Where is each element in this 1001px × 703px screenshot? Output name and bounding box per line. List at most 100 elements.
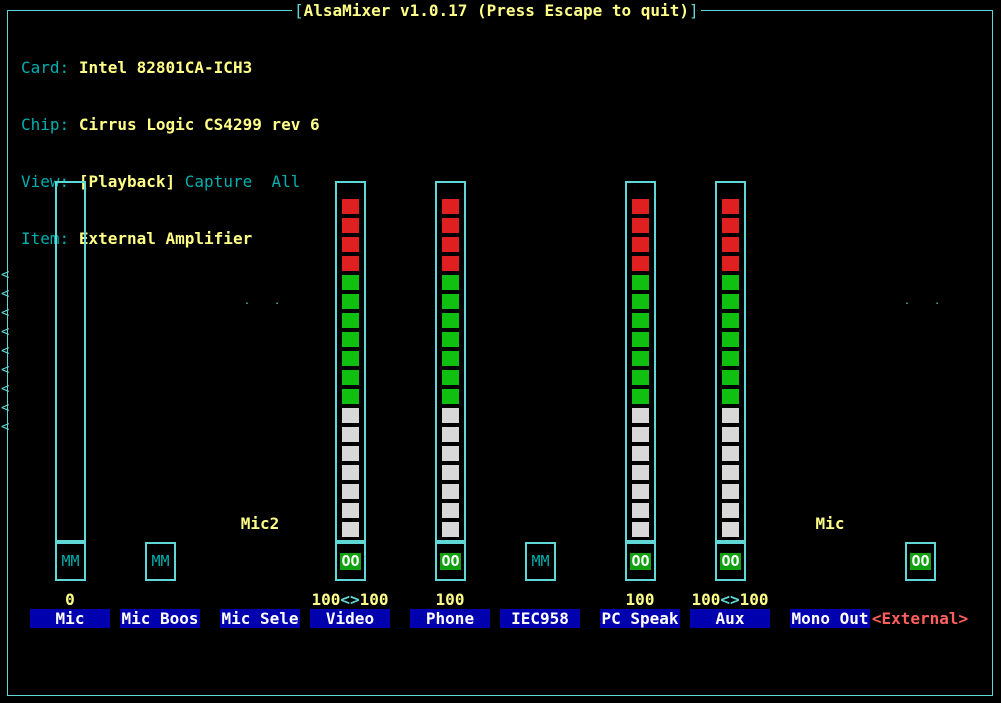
volume-gauge[interactable] <box>55 181 86 542</box>
scroll-left-arrow-icon: < <box>1 305 10 321</box>
level-cell-red <box>721 217 740 234</box>
level-cell-green <box>441 312 460 329</box>
volume-gauge[interactable] <box>715 181 746 542</box>
mute-switch[interactable]: OO <box>335 542 366 581</box>
dotted-separator: . . <box>244 296 281 307</box>
control-name[interactable]: PC Speak <box>600 609 680 628</box>
mute-switch[interactable]: OO <box>905 542 936 581</box>
level-cell-green <box>631 274 650 291</box>
level-cell-white <box>721 426 740 443</box>
control-name-selected[interactable]: <External> <box>870 609 970 628</box>
volume-value: 100 <box>435 590 465 609</box>
item-value: External Amplifier <box>78 229 253 248</box>
volume-value: 0 <box>65 590 75 609</box>
volume-gauge[interactable] <box>335 181 366 542</box>
level-cell-red <box>631 236 650 253</box>
level-cell-green <box>631 350 650 367</box>
level-cell-green <box>341 388 360 405</box>
level-cell-green <box>341 350 360 367</box>
level-cell-green <box>631 369 650 386</box>
level-cell-red <box>341 217 360 234</box>
scroll-left-arrow-icon: < <box>1 419 10 435</box>
level-cell-green <box>441 293 460 310</box>
scroll-left-arrow-icon: < <box>1 400 10 416</box>
level-cell-white <box>441 483 460 500</box>
level-cell-green <box>721 331 740 348</box>
level-cell-green <box>441 388 460 405</box>
level-cell-white <box>441 502 460 519</box>
scroll-left-arrow-icon: < <box>1 343 10 359</box>
level-cell-green <box>631 331 650 348</box>
level-cell-white <box>721 483 740 500</box>
control-name[interactable]: Aux <box>690 609 770 628</box>
scroll-left-arrow-icon: < <box>1 381 10 397</box>
level-cell-red <box>341 198 360 215</box>
level-cell-green <box>341 331 360 348</box>
level-cell-red <box>441 255 460 272</box>
level-cell-green <box>631 293 650 310</box>
scroll-left-arrow-icon: < <box>1 286 10 302</box>
level-cell-green <box>721 369 740 386</box>
control-name[interactable]: Phone <box>410 609 490 628</box>
scroll-left-arrow-icon: < <box>1 267 10 283</box>
level-cell-green <box>441 350 460 367</box>
level-cell-green <box>721 350 740 367</box>
dotted-separator: . . <box>904 296 941 307</box>
mute-switch[interactable]: OO <box>625 542 656 581</box>
level-cell-white <box>721 521 740 538</box>
level-cell-white <box>341 426 360 443</box>
level-cell-white <box>441 521 460 538</box>
mute-switch[interactable]: OO <box>435 542 466 581</box>
level-cell-green <box>721 388 740 405</box>
scroll-left-arrow-icon: < <box>1 324 10 340</box>
control-name[interactable]: Mono Out <box>790 609 870 628</box>
level-cell-white <box>341 407 360 424</box>
level-cell-white <box>631 483 650 500</box>
level-cell-red <box>441 217 460 234</box>
scroll-left-arrow-icon: < <box>1 362 10 378</box>
volume-gauge[interactable] <box>625 181 656 542</box>
view-capture[interactable]: Capture <box>185 172 252 191</box>
level-cell-white <box>721 407 740 424</box>
mute-switch[interactable]: OO <box>715 542 746 581</box>
level-cell-red <box>341 255 360 272</box>
level-cell-white <box>341 521 360 538</box>
level-cell-green <box>721 293 740 310</box>
level-cell-red <box>631 255 650 272</box>
volume-gauge[interactable] <box>435 181 466 542</box>
card-row: Card: Intel 82801CA-ICH3 <box>21 58 253 77</box>
level-cell-white <box>631 464 650 481</box>
mute-switch[interactable]: MM <box>145 542 176 581</box>
view-playback[interactable]: [Playback] <box>79 172 175 191</box>
level-cell-white <box>721 445 740 462</box>
level-cell-white <box>341 502 360 519</box>
view-all[interactable]: All <box>271 172 300 191</box>
level-cell-white <box>441 445 460 462</box>
card-value: Intel 82801CA-ICH3 <box>78 58 253 77</box>
level-cell-white <box>721 464 740 481</box>
mute-switch[interactable]: MM <box>525 542 556 581</box>
control-name[interactable]: Video <box>310 609 390 628</box>
level-cell-green <box>631 312 650 329</box>
level-cell-red <box>721 198 740 215</box>
level-cell-white <box>631 407 650 424</box>
scroll-left-indicator[interactable]: < < < < < < < < < <box>1 266 9 437</box>
window-title: [AlsaMixer v1.0.17 (Press Escape to quit… <box>292 1 701 20</box>
level-cell-green <box>441 369 460 386</box>
mute-switch[interactable]: MM <box>55 542 86 581</box>
control-name[interactable]: IEC958 <box>500 609 580 628</box>
level-cell-green <box>341 293 360 310</box>
control-name[interactable]: Mic Boos <box>120 609 200 628</box>
level-cell-white <box>721 502 740 519</box>
control-name[interactable]: Mic Sele <box>220 609 300 628</box>
level-cell-green <box>721 274 740 291</box>
level-cell-green <box>441 331 460 348</box>
level-cell-red <box>631 198 650 215</box>
level-cell-red <box>341 236 360 253</box>
control-name[interactable]: Mic <box>30 609 110 628</box>
level-cell-red <box>441 198 460 215</box>
level-cell-red <box>721 236 740 253</box>
level-cell-white <box>341 445 360 462</box>
level-cell-red <box>631 217 650 234</box>
chip-value: Cirrus Logic CS4299 rev 6 <box>78 115 320 134</box>
